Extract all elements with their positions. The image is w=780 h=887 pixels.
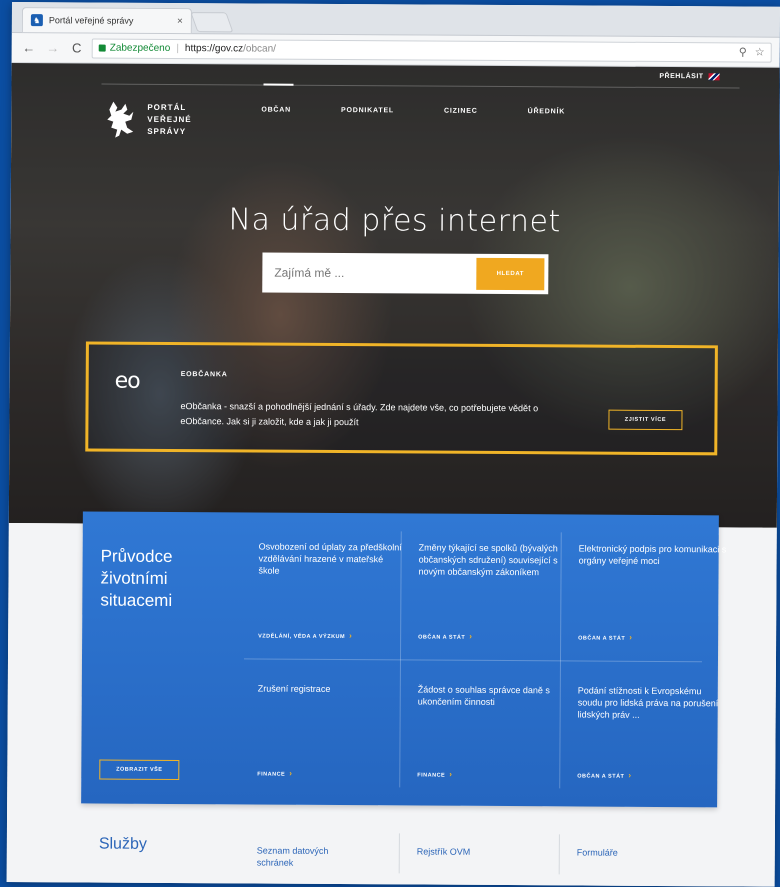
service-link[interactable]: Formuláře: [577, 846, 618, 858]
eobcanka-banner: eo EOBČANKA eObčanka - snazší a pohodlně…: [85, 341, 718, 456]
situation-item[interactable]: Žádost o souhlas správce daně s ukončení…: [417, 683, 566, 784]
tab-strip: ♞ Portál veřejné správy ×: [11, 2, 780, 38]
chevron-right-icon: ›: [628, 770, 632, 780]
favicon-icon: ♞: [30, 14, 43, 27]
hero-title: Na úřad přes internet: [228, 202, 561, 240]
situation-text: Osvobození od úplaty za předškolní vzděl…: [258, 541, 402, 576]
category-label: VZDĚLÁNÍ, VĚDA A VÝZKUM: [258, 633, 346, 641]
browser-toolbar: ← → C Zabezpečeno | https://gov.cz /obca…: [11, 32, 780, 68]
situation-category[interactable]: OBČAN A STÁT ›: [578, 632, 633, 642]
logo-line: VEŘEJNÉ: [147, 114, 192, 125]
situation-item[interactable]: Podání stížnosti k Evropskému soudu pro …: [577, 684, 726, 785]
logo-line: SPRÁVY: [147, 126, 187, 137]
show-all-button[interactable]: ZOBRAZIT VŠE: [99, 759, 180, 781]
situation-category[interactable]: FINANCE ›: [417, 769, 453, 779]
chevron-right-icon: ›: [629, 632, 633, 642]
browser-window: ♞ Portál veřejné správy × ← → C Zabezpeč…: [6, 2, 780, 887]
situation-text: Změny týkající se spolků (bývalých občan…: [418, 542, 558, 578]
category-label: OBČAN A STÁT: [418, 634, 466, 641]
situation-category[interactable]: VZDĚLÁNÍ, VĚDA A VÝZKUM ›: [258, 631, 353, 641]
zoom-icon[interactable]: ⚲: [739, 45, 747, 58]
top-divider: [101, 83, 740, 89]
eobcanka-logo: eo: [114, 368, 140, 394]
service-divider: [398, 833, 400, 874]
url-path: /obcan/: [243, 43, 276, 55]
logo-line: PORTÁL: [147, 102, 187, 113]
language-label: PŘEHLÁSIT: [659, 72, 704, 81]
situation-item[interactable]: Zrušení registrace FINANCE ›: [257, 683, 406, 784]
category-label: OBČAN A STÁT: [578, 635, 626, 642]
eobcanka-text: eObčanka - snazší a pohodlnější jednání …: [180, 401, 539, 428]
situation-item[interactable]: Osvobození od úplaty za předškolní vzděl…: [258, 541, 407, 652]
nav-item-cizinec[interactable]: CIZINEC: [444, 108, 478, 115]
chevron-right-icon: ›: [449, 769, 453, 779]
situation-item[interactable]: Změny týkající se spolků (bývalých občan…: [418, 541, 567, 652]
category-label: FINANCE: [417, 772, 446, 779]
services-title: Služby: [98, 835, 147, 853]
situation-category[interactable]: OBČAN A STÁT ›: [418, 631, 473, 641]
hero-section: PŘEHLÁSIT PORTÁL VEŘEJNÉ SPRÁVY OBČAN PO…: [8, 62, 780, 528]
service-link[interactable]: Seznam datových schránek: [257, 845, 367, 870]
nav-item-podnikatel[interactable]: PODNIKATEL: [341, 107, 394, 114]
nav-item-obcan[interactable]: OBČAN: [261, 107, 291, 114]
search-box: HLEDAT: [262, 252, 549, 295]
close-tab-icon[interactable]: ×: [177, 16, 183, 27]
uk-flag-icon: [708, 73, 720, 81]
bookmark-star-icon[interactable]: ☆: [755, 46, 765, 59]
services-section: Služby Seznam datových schránek Rejstřík…: [81, 823, 717, 886]
browser-tab[interactable]: ♞ Portál veřejné správy ×: [21, 7, 192, 34]
chevron-right-icon: ›: [349, 631, 353, 641]
learn-more-button[interactable]: ZJISTIT VÍCE: [608, 409, 683, 431]
back-icon[interactable]: ←: [20, 40, 38, 55]
situation-text: Elektronický podpis pro komunikaci s org…: [578, 543, 727, 566]
category-label: FINANCE: [257, 771, 286, 778]
chevron-right-icon: ›: [289, 768, 293, 778]
czech-lion-icon: [107, 101, 134, 138]
address-bar[interactable]: Zabezpečeno | https://gov.cz /obcan/ ⚲ ☆: [91, 37, 772, 63]
chevron-right-icon: ›: [469, 631, 473, 641]
language-switch[interactable]: PŘEHLÁSIT: [659, 72, 720, 81]
lock-icon: [98, 44, 106, 52]
page-content: PŘEHLÁSIT PORTÁL VEŘEJNÉ SPRÁVY OBČAN PO…: [6, 62, 780, 887]
forward-icon[interactable]: →: [44, 40, 62, 55]
security-label: Zabezpečeno: [109, 42, 171, 54]
search-input[interactable]: [262, 252, 477, 294]
active-nav-indicator: [263, 83, 294, 86]
situation-text: Podání stížnosti k Evropskému soudu pro …: [577, 685, 719, 720]
url-separator: |: [176, 43, 179, 55]
url-host: https://gov.cz: [184, 43, 244, 55]
omnibox-actions: ⚲ ☆: [739, 45, 765, 58]
life-situations-panel: Průvodce životními situacemi ZOBRAZIT VŠ…: [81, 511, 726, 808]
eobcanka-title: EOBČANKA: [180, 371, 228, 379]
service-link[interactable]: Rejstřík OVM: [417, 845, 471, 857]
main-navigation: OBČAN PODNIKATEL CIZINEC ÚŘEDNÍK: [261, 107, 565, 116]
category-label: OBČAN A STÁT: [577, 773, 625, 780]
site-logo[interactable]: PORTÁL VEŘEJNÉ SPRÁVY: [103, 98, 192, 143]
situation-text: Žádost o souhlas správce daně s ukončení…: [417, 684, 550, 707]
tab-title: Portál veřejné správy: [48, 15, 134, 26]
logo-text: PORTÁL VEŘEJNÉ SPRÁVY: [147, 102, 192, 138]
search-button[interactable]: HLEDAT: [476, 257, 545, 291]
new-tab-button[interactable]: [190, 12, 234, 33]
service-divider: [558, 834, 560, 875]
grid-divider: [243, 658, 702, 663]
nav-item-urednik[interactable]: ÚŘEDNÍK: [528, 108, 566, 115]
life-situations-title: Průvodce životními situacemi: [100, 546, 173, 611]
reload-icon[interactable]: C: [68, 40, 86, 55]
situation-category[interactable]: OBČAN A STÁT ›: [577, 770, 632, 780]
situation-item[interactable]: Elektronický podpis pro komunikaci s org…: [578, 542, 727, 653]
situation-category[interactable]: FINANCE ›: [257, 769, 292, 778]
situation-text: Zrušení registrace: [257, 683, 331, 694]
